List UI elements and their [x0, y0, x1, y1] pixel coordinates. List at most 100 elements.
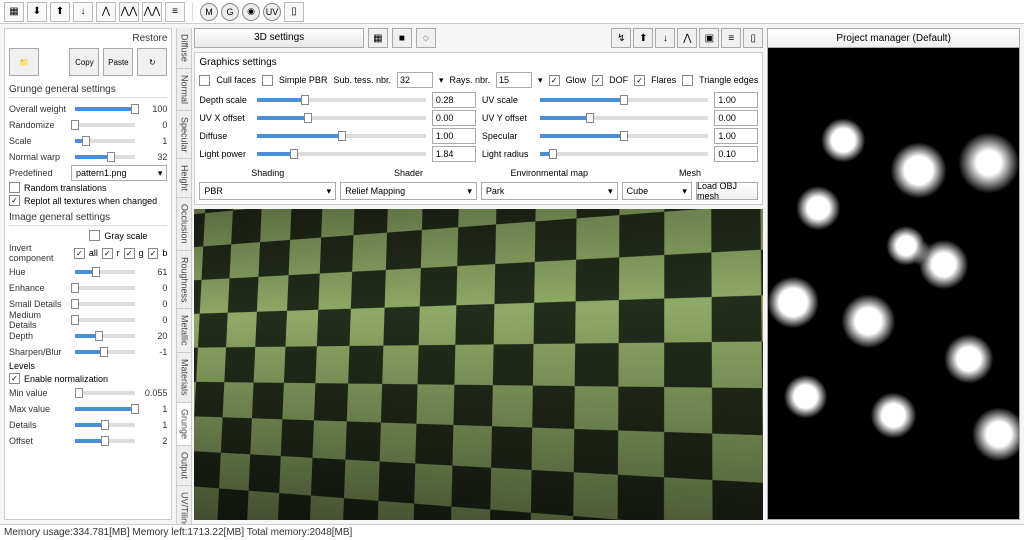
tool-arrow-icon[interactable]: ↓	[73, 2, 93, 22]
slider[interactable]	[75, 334, 135, 338]
invert-r-checkbox[interactable]	[102, 248, 113, 259]
vtab-grunge[interactable]: Grunge	[177, 403, 191, 446]
slider[interactable]	[540, 116, 708, 120]
slider[interactable]	[75, 123, 135, 127]
view-cam-icon[interactable]: ■	[392, 28, 412, 48]
tool-uv-icon[interactable]: UV	[263, 3, 281, 21]
rt-6-icon[interactable]: ≡	[721, 28, 741, 48]
subtess-input[interactable]: 32	[397, 72, 433, 88]
shader-combo[interactable]: Relief Mapping▾	[340, 182, 477, 200]
rt-4-icon[interactable]: ⋀	[677, 28, 697, 48]
vtab-normal[interactable]: Normal	[177, 69, 191, 111]
simple-pbr-checkbox[interactable]	[262, 75, 273, 86]
dof-checkbox[interactable]	[592, 75, 603, 86]
shading-combo[interactable]: PBR▾	[199, 182, 336, 200]
glow-checkbox[interactable]	[549, 75, 560, 86]
load-obj-button[interactable]: Load OBJ mesh	[696, 182, 758, 200]
slider[interactable]	[75, 318, 135, 322]
vtab-output[interactable]: Output	[177, 446, 191, 486]
slider[interactable]	[75, 107, 135, 111]
open-button[interactable]: 📁	[9, 48, 39, 76]
levels-label: Levels	[9, 361, 167, 371]
slider[interactable]	[75, 155, 135, 159]
slider[interactable]	[540, 152, 708, 156]
predefined-combo[interactable]: pattern1.png▾	[71, 165, 167, 181]
tool-cube-icon[interactable]: ▦	[4, 2, 24, 22]
mesh-combo[interactable]: Cube▾	[622, 182, 692, 200]
slider[interactable]	[75, 350, 135, 354]
vtab-roughness[interactable]: Roughness	[177, 251, 191, 310]
tool-up-icon[interactable]: ⬆	[50, 2, 70, 22]
restore-link[interactable]: Restore	[132, 33, 167, 44]
tool-toggle-icon[interactable]: ▯	[284, 2, 304, 22]
slider[interactable]	[75, 286, 135, 290]
vtab-diffuse[interactable]: Diffuse	[177, 28, 191, 69]
rt-7-icon[interactable]: ▯	[743, 28, 763, 48]
copy-button[interactable]: Copy	[69, 48, 99, 76]
replot-checkbox[interactable]	[9, 195, 20, 206]
rt-1-icon[interactable]: ↯	[611, 28, 631, 48]
enable-norm-label: Enable normalization	[24, 374, 108, 384]
vtab-metallic[interactable]: Metallic	[177, 309, 191, 353]
tool-m-icon[interactable]: M	[200, 3, 218, 21]
paste-button[interactable]: Paste	[103, 48, 133, 76]
tool-down-icon[interactable]: ⬇	[27, 2, 47, 22]
refresh-button[interactable]: ↻	[137, 48, 167, 76]
tool-peaks1-icon[interactable]: ⋀	[96, 2, 116, 22]
slider[interactable]	[257, 134, 425, 138]
grunge-section-title: Grunge general settings	[9, 84, 167, 98]
flares-checkbox[interactable]	[634, 75, 645, 86]
status-bar: Memory usage:334.781[MB] Memory left:171…	[0, 524, 1024, 540]
graphics-settings-title: Graphics settings	[199, 57, 758, 68]
enable-norm-checkbox[interactable]	[9, 373, 20, 384]
tool-peaks3-icon[interactable]: ⋀⋀	[142, 2, 162, 22]
3d-settings-button[interactable]: 3D settings	[194, 28, 363, 48]
view-cube-icon[interactable]: ▦	[368, 28, 388, 48]
tool-globe-icon[interactable]: ◉	[242, 3, 260, 21]
grayscale-checkbox[interactable]	[89, 230, 100, 241]
vtab-uv/tiling[interactable]: UV/Tiling	[177, 486, 191, 524]
tool-peaks4-icon[interactable]: ≡	[165, 2, 185, 22]
cull-faces-checkbox[interactable]	[199, 75, 210, 86]
rays-input[interactable]: 15	[496, 72, 532, 88]
invert-label: Invert component	[9, 243, 70, 263]
invert-b-checkbox[interactable]	[148, 248, 159, 259]
rt-3-icon[interactable]: ↓	[655, 28, 675, 48]
project-manager-header[interactable]: Project manager (Default)	[767, 28, 1020, 48]
slider[interactable]	[257, 116, 425, 120]
slider[interactable]	[75, 302, 135, 306]
env-combo[interactable]: Park▾	[481, 182, 618, 200]
replot-label: Replot all textures when changed	[24, 196, 157, 206]
vtab-materials[interactable]: Materials	[177, 353, 191, 403]
slider[interactable]	[75, 139, 135, 143]
slider[interactable]	[257, 98, 425, 102]
vtab-specular[interactable]: Specular	[177, 111, 191, 160]
invert-all-checkbox[interactable]	[74, 248, 85, 259]
image-section-title: Image general settings	[9, 212, 167, 226]
triangle-edges-checkbox[interactable]	[682, 75, 693, 86]
tool-g-icon[interactable]: G	[221, 3, 239, 21]
rt-2-icon[interactable]: ⬆	[633, 28, 653, 48]
view-spin-icon[interactable]: ◌	[416, 28, 436, 48]
center-panel: 3D settings ▦ ■ ◌ ↯ ⬆ ↓ ⋀ ▣ ≡ ▯ Graphics…	[194, 28, 763, 520]
vtab-height[interactable]: Height	[177, 159, 191, 198]
rt-5-icon[interactable]: ▣	[699, 28, 719, 48]
texture-preview[interactable]	[767, 48, 1020, 520]
random-translations-label: Random translations	[24, 183, 107, 193]
left-panel: Restore 📁 Copy Paste ↻ Grunge general se…	[4, 28, 172, 520]
tool-peaks2-icon[interactable]: ⋀⋀	[119, 2, 139, 22]
slider[interactable]	[257, 152, 425, 156]
invert-g-checkbox[interactable]	[124, 248, 135, 259]
grayscale-label: Gray scale	[104, 231, 147, 241]
slider[interactable]	[540, 134, 708, 138]
slider[interactable]	[75, 423, 135, 427]
slider[interactable]	[75, 439, 135, 443]
vtab-occlusion[interactable]: Occlusion	[177, 198, 191, 251]
slider[interactable]	[75, 270, 135, 274]
main-area: Restore 📁 Copy Paste ↻ Grunge general se…	[0, 24, 1024, 524]
slider[interactable]	[75, 391, 135, 395]
3d-viewport[interactable]	[194, 209, 763, 520]
random-translations-checkbox[interactable]	[9, 182, 20, 193]
slider[interactable]	[75, 407, 135, 411]
slider[interactable]	[540, 98, 708, 102]
